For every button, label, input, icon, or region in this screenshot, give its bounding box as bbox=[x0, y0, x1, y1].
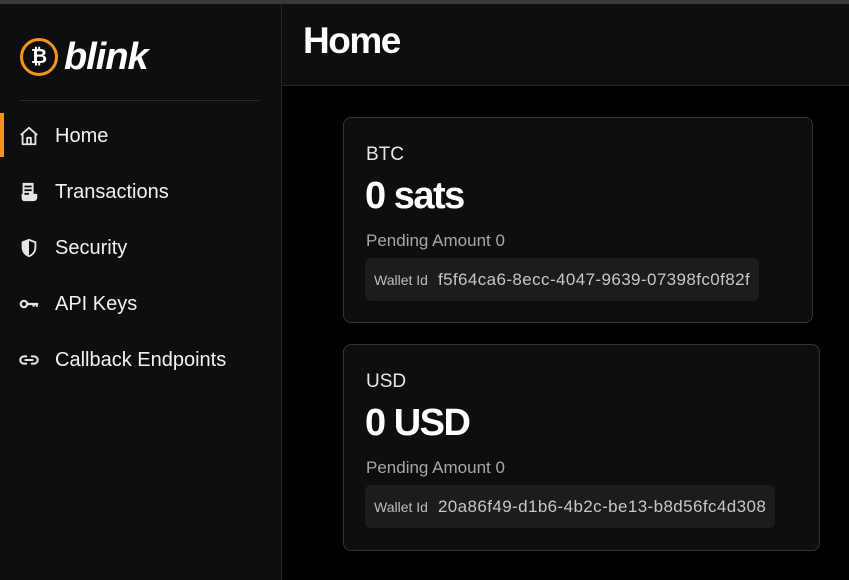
logo-text: blink bbox=[64, 36, 149, 78]
wallet-id-value[interactable]: f5f64ca6-8ecc-4047-9639-07398fc0f82f bbox=[438, 270, 750, 290]
sidebar-item-security[interactable]: Security bbox=[0, 220, 281, 276]
bitcoin-symbol: ₿ bbox=[23, 41, 55, 73]
sidebar-item-api-keys[interactable]: API Keys bbox=[0, 276, 281, 332]
wallet-id-box: Wallet Id 20a86f49-d1b6-4b2c-be13-b8d56f… bbox=[365, 485, 776, 528]
wallet-id-label: Wallet Id bbox=[374, 498, 428, 515]
page-title: Home bbox=[303, 20, 401, 61]
sidebar-item-label: Transactions bbox=[55, 180, 169, 203]
link-icon bbox=[18, 349, 40, 371]
shield-icon bbox=[18, 237, 40, 259]
page-header: Home bbox=[282, 4, 849, 86]
wallet-id-value[interactable]: 20a86f49-d1b6-4b2c-be13-b8d56fc4d308 bbox=[438, 497, 766, 517]
btc-wallet-card: BTC 0 sats Pending Amount 0 Wallet Id f5… bbox=[343, 117, 813, 323]
home-icon bbox=[18, 125, 40, 147]
sidebar-item-home[interactable]: Home bbox=[0, 108, 281, 164]
sidebar-item-transactions[interactable]: Transactions bbox=[0, 164, 281, 220]
blink-logo[interactable]: ₿ blink bbox=[20, 35, 149, 79]
usd-wallet-card: USD 0 USD Pending Amount 0 Wallet Id 20a… bbox=[343, 344, 820, 551]
wallet-balance: 0 sats bbox=[365, 175, 465, 217]
bitcoin-logo-icon: ₿ bbox=[20, 38, 58, 76]
sidebar-item-label: Callback Endpoints bbox=[55, 348, 227, 371]
sidebar: ₿ blink Home Transactions Security API K… bbox=[0, 4, 282, 580]
sidebar-nav: Home Transactions Security API Keys Call… bbox=[0, 108, 281, 388]
pending-amount: Pending Amount 0 bbox=[366, 458, 505, 477]
sidebar-item-callback-endpoints[interactable]: Callback Endpoints bbox=[0, 332, 281, 388]
sidebar-item-label: Home bbox=[55, 124, 109, 147]
key-icon bbox=[18, 293, 40, 315]
wallet-id-label: Wallet Id bbox=[374, 271, 428, 288]
receipt-icon bbox=[18, 181, 40, 203]
wallet-currency: USD bbox=[366, 371, 407, 392]
sidebar-item-label: API Keys bbox=[55, 292, 138, 315]
sidebar-item-label: Security bbox=[55, 236, 128, 259]
wallet-currency: BTC bbox=[366, 144, 404, 165]
sidebar-divider bbox=[20, 100, 259, 101]
pending-amount: Pending Amount 0 bbox=[366, 231, 505, 250]
wallet-id-box: Wallet Id f5f64ca6-8ecc-4047-9639-07398f… bbox=[365, 258, 760, 301]
wallet-balance: 0 USD bbox=[365, 402, 471, 444]
